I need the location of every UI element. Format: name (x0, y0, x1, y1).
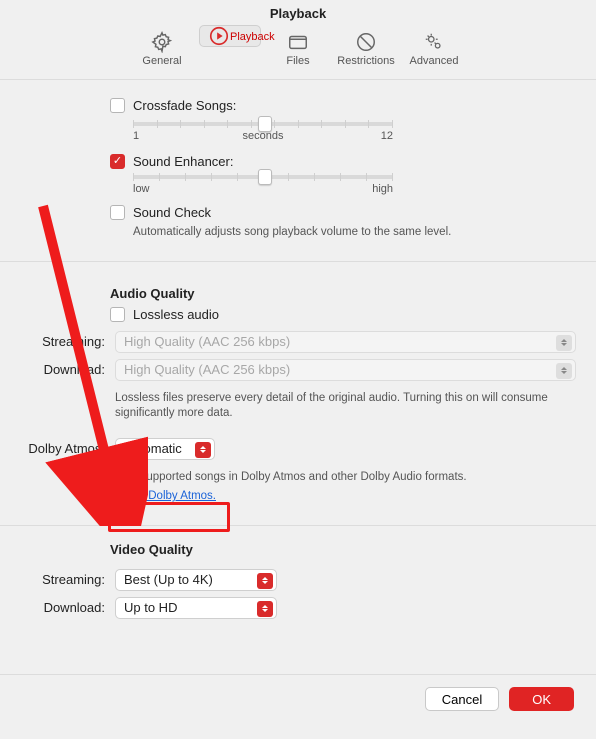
play-circle-icon (208, 25, 230, 47)
tab-label: Advanced (405, 55, 463, 67)
tab-label: Files (269, 55, 327, 67)
video-download-select[interactable]: Up to HD (115, 597, 277, 619)
sound-enhancer-slider[interactable] (133, 175, 393, 179)
tab-files[interactable]: Files (267, 25, 329, 71)
checkbox-box (110, 98, 125, 113)
chevron-updown-icon (556, 335, 572, 351)
tab-restrictions[interactable]: Restrictions (335, 25, 397, 71)
select-value: High Quality (AAC 256 kbps) (124, 362, 290, 377)
dolby-label: Dolby Atmos: (20, 441, 115, 456)
video-download-label: Download: (20, 600, 115, 615)
gears-icon (405, 31, 463, 53)
dolby-desc: Play supported songs in Dolby Atmos and … (115, 470, 576, 486)
checkbox-box (110, 154, 125, 169)
checkbox-box (110, 307, 125, 322)
audio-streaming-select[interactable]: High Quality (AAC 256 kbps) (115, 331, 576, 353)
sound-enhancer-label: Sound Enhancer: (133, 154, 233, 169)
select-value: Best (Up to 4K) (124, 572, 213, 587)
video-streaming-select[interactable]: Best (Up to 4K) (115, 569, 277, 591)
audio-quality-heading: Audio Quality (110, 286, 576, 301)
lossless-label: Lossless audio (133, 307, 219, 322)
no-symbol-icon (337, 31, 395, 53)
sound-check-checkbox[interactable]: Sound Check (110, 205, 211, 220)
download-label: Download: (20, 362, 115, 377)
audio-download-select[interactable]: High Quality (AAC 256 kbps) (115, 359, 576, 381)
sound-enhancer-checkbox[interactable]: Sound Enhancer: (110, 154, 233, 169)
footer: Cancel OK (0, 674, 596, 739)
sound-check-desc: Automatically adjusts song playback volu… (133, 225, 576, 241)
lossless-desc: Lossless files preserve every detail of … (115, 391, 576, 422)
gear-icon (133, 31, 191, 53)
crossfade-checkbox[interactable]: Crossfade Songs: (110, 98, 236, 113)
select-value: Automatic (124, 441, 182, 456)
select-value: Up to HD (124, 600, 177, 615)
window-title: Playback (0, 0, 596, 25)
crossfade-label: Crossfade Songs: (133, 98, 236, 113)
enhancer-min: low (133, 183, 157, 195)
chevron-updown-icon (195, 442, 211, 458)
sound-check-label: Sound Check (133, 205, 211, 220)
video-quality-heading: Video Quality (110, 542, 576, 557)
checkbox-box (110, 205, 125, 220)
tab-playback[interactable]: Playback (199, 25, 261, 47)
tab-general[interactable]: General (131, 25, 193, 71)
chevron-updown-icon (257, 601, 273, 617)
tab-label: General (133, 55, 191, 67)
video-streaming-label: Streaming: (20, 572, 115, 587)
preferences-window: Playback General Playback Files Restrict… (0, 0, 596, 739)
tab-label: Restrictions (337, 55, 395, 67)
streaming-label: Streaming: (20, 334, 115, 349)
enhancer-max: high (369, 183, 393, 195)
cancel-button[interactable]: Cancel (425, 687, 499, 711)
dolby-atmos-select[interactable]: Automatic (115, 438, 215, 460)
folder-icon (269, 31, 327, 53)
lossless-checkbox[interactable]: Lossless audio (110, 307, 219, 322)
toolbar-tabs: General Playback Files Restrictions Adva… (0, 25, 596, 80)
tab-label: Playback (230, 31, 275, 43)
chevron-updown-icon (257, 573, 273, 589)
select-value: High Quality (AAC 256 kbps) (124, 334, 290, 349)
crossfade-slider[interactable] (133, 122, 393, 126)
crossfade-min: 1 (133, 130, 157, 142)
ok-button[interactable]: OK (509, 687, 574, 711)
tab-advanced[interactable]: Advanced (403, 25, 465, 71)
content-area: Crossfade Songs: 1 seconds 12 Sound Enha… (0, 80, 596, 619)
crossfade-max: 12 (369, 130, 393, 142)
chevron-updown-icon (556, 363, 572, 379)
dolby-learn-more-link[interactable]: About Dolby Atmos. (115, 490, 216, 502)
